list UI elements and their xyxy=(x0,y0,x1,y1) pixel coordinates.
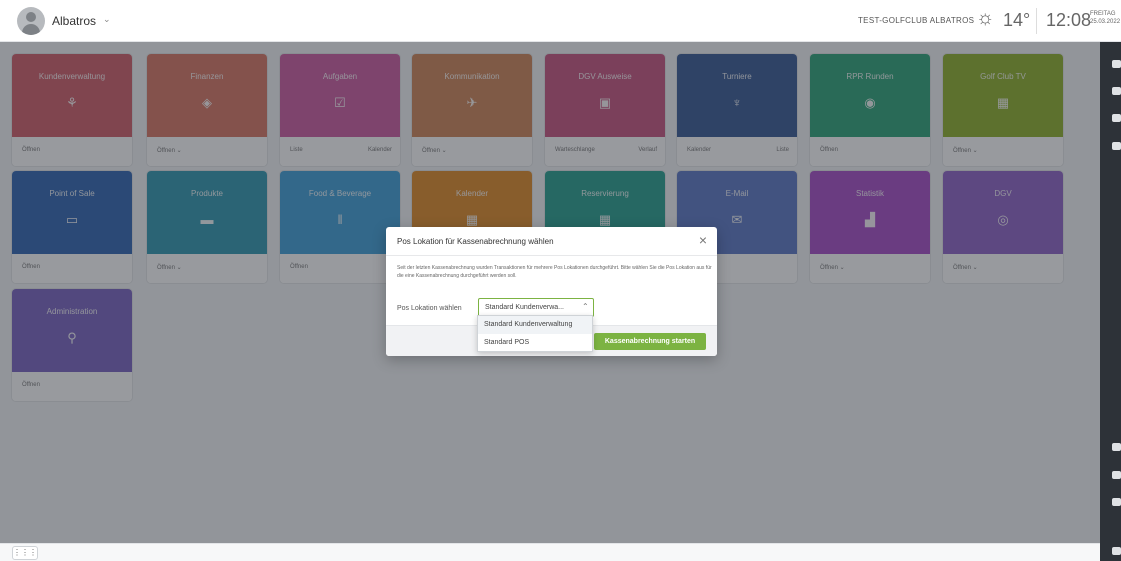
dialog-divider xyxy=(386,255,717,256)
close-icon[interactable]: × xyxy=(699,233,707,247)
grid-icon[interactable]: ⋮⋮⋮ xyxy=(12,546,38,560)
temperature: 14° xyxy=(1003,10,1031,30)
link-icon[interactable] xyxy=(1112,443,1121,451)
settings-icon-2[interactable] xyxy=(1112,471,1121,479)
document-icon[interactable] xyxy=(1112,87,1121,95)
mail-icon[interactable] xyxy=(1112,60,1121,68)
select-value: Standard Kundenverwa... xyxy=(485,304,564,311)
heart-icon[interactable] xyxy=(1112,114,1121,122)
user-name[interactable]: Albatros xyxy=(52,14,96,28)
bottom-bar: ⋮⋮⋮ xyxy=(0,543,1100,561)
header-divider xyxy=(1036,8,1037,34)
dialog-title: Pos Lokation für Kassenabrechnung wählen xyxy=(397,237,554,246)
user-avatar[interactable] xyxy=(17,7,45,35)
dropdown-option-pos[interactable]: Standard POS xyxy=(478,334,592,352)
dropdown-option-kundenverwaltung[interactable]: Standard Kundenverwaltung xyxy=(478,316,592,334)
clock-date: 25.03.2022 xyxy=(1090,19,1121,25)
chevron-up-icon: ⌃ xyxy=(582,302,589,311)
sun-icon: ☼ xyxy=(976,7,995,29)
dialog-description: Seit der letzten Kassenabrechnung wurden… xyxy=(397,265,712,279)
pos-location-dropdown: Standard Kundenverwaltung Standard POS xyxy=(477,315,593,352)
start-cash-settlement-button[interactable]: Kassenabrechnung starten xyxy=(594,333,706,350)
pos-location-label: Pos Lokation wählen xyxy=(397,305,462,312)
help-icon[interactable] xyxy=(1112,498,1121,506)
top-header: Albatros ⌄ TEST-GOLFCLUB ALBATROS ☼ 14° … xyxy=(0,0,1121,42)
clock-day: FREITAG xyxy=(1090,11,1116,17)
clock-time: 12:08 xyxy=(1046,10,1092,30)
club-name: TEST-GOLFCLUB ALBATROS xyxy=(858,16,975,25)
rail-bottom-icon[interactable] xyxy=(1112,547,1121,555)
chevron-down-icon[interactable]: ⌄ xyxy=(103,14,111,25)
settings-icon[interactable] xyxy=(1112,142,1121,150)
